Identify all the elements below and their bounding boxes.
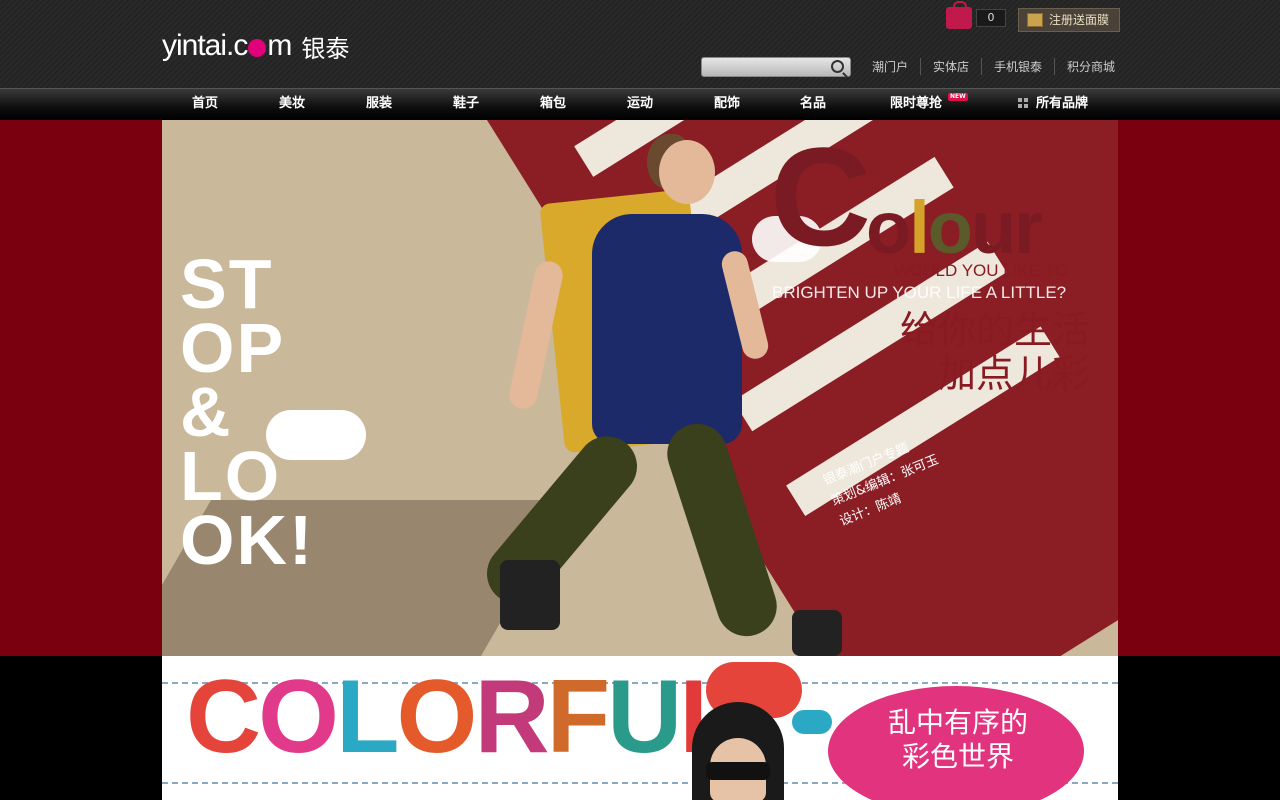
logo-text-prefix: yintai.c xyxy=(162,29,248,62)
model-dress xyxy=(592,214,742,444)
colorful-letter: U xyxy=(607,659,682,775)
nav-all-brands[interactable]: 所有品牌 xyxy=(1017,89,1089,119)
grid-icon xyxy=(1017,98,1028,108)
logo-cn-text: 银泰 xyxy=(301,34,350,63)
colour-letter: o xyxy=(866,186,911,269)
link-mobile[interactable]: 手机银泰 xyxy=(981,57,1054,75)
side-fill-right xyxy=(1118,656,1280,800)
link-stores[interactable]: 实体店 xyxy=(920,57,981,75)
pink-bubble-text: 乱中有序的 彩色世界 xyxy=(848,706,1068,774)
sunglasses xyxy=(706,762,770,780)
model-portrait xyxy=(692,702,784,800)
nav-flash-sale-label: 限时尊抢 xyxy=(889,96,943,111)
colorful-letter: O xyxy=(258,659,339,775)
hero-tagline-2: BRIGHTEN UP YOUR LIFE A LITTLE? xyxy=(772,283,1067,302)
hero-tagline-1: WOULD YOU LIKE TO xyxy=(894,261,1068,280)
hero-slogan-line: 给你的生活 xyxy=(899,308,1090,352)
colour-letter: ur xyxy=(970,186,1043,269)
top-links: 潮门户 实体店 手机银泰 积分商城 xyxy=(860,57,1127,75)
nav-beauty[interactable]: 美妆 xyxy=(279,89,305,119)
colorful-letter: O xyxy=(396,659,478,775)
model-shoe xyxy=(792,610,842,656)
colorful-banner[interactable]: COLORFUL 乱中有序的 彩色世界 xyxy=(162,656,1118,800)
hero-slogan-line: 加点儿彩 xyxy=(937,352,1090,396)
model-head xyxy=(659,140,715,204)
cart-count: 0 xyxy=(976,9,1006,27)
stop-look-line: OP xyxy=(180,309,286,387)
colour-c-letter: C xyxy=(770,120,872,275)
nav-home[interactable]: 首页 xyxy=(192,89,218,119)
search-box[interactable] xyxy=(701,57,851,79)
shopping-bag-icon xyxy=(946,1,972,29)
cart-button[interactable]: 0 xyxy=(946,1,1006,30)
colorful-letter: R xyxy=(474,659,549,775)
colorful-headline: COLORFUL xyxy=(186,659,743,775)
nav-sports[interactable]: 运动 xyxy=(627,89,653,119)
nav-all-brands-label: 所有品牌 xyxy=(1035,96,1089,111)
model-shoe xyxy=(500,560,560,630)
colorful-letter: F xyxy=(546,659,611,775)
bubble-line: 彩色世界 xyxy=(901,740,1014,773)
nav-bags[interactable]: 箱包 xyxy=(540,89,566,119)
colour-letter: o xyxy=(927,186,973,269)
main-nav: 首页 美妆 服装 鞋子 箱包 运动 配饰 名品 限时尊抢 NEW 所有品牌 xyxy=(0,88,1280,121)
hero-slogan-cn: 给你的生活 加点儿彩 xyxy=(870,308,1090,396)
top-header: yintai.c m 银泰 0 注册送面膜 潮门户 实体店 手机银泰 积分商城 xyxy=(0,0,1280,88)
nav-luxury[interactable]: 名品 xyxy=(800,89,826,119)
stop-look-line: OK! xyxy=(180,501,315,579)
site-logo[interactable]: yintai.c m 银泰 xyxy=(162,28,349,64)
logo-dot xyxy=(248,39,267,57)
colour-letter: l xyxy=(909,186,930,269)
link-points-mall[interactable]: 积分商城 xyxy=(1054,57,1127,75)
colour-rest: olour xyxy=(866,186,1043,269)
speech-cloud xyxy=(266,410,366,460)
teal-speech-cloud xyxy=(792,710,832,734)
colour-headline: C olour xyxy=(770,127,1100,269)
logo-text-suffix: m xyxy=(267,29,292,62)
nav-flash-sale[interactable]: 限时尊抢 xyxy=(890,89,942,119)
pink-bubble: 乱中有序的 彩色世界 xyxy=(828,686,1084,800)
side-fill-left xyxy=(0,656,162,800)
register-label: 注册送面膜 xyxy=(1049,13,1110,27)
search-input[interactable] xyxy=(706,61,830,79)
search-icon[interactable] xyxy=(831,60,844,73)
bubble-line: 乱中有序的 xyxy=(887,706,1028,739)
register-button[interactable]: 注册送面膜 xyxy=(1018,8,1120,32)
new-badge: NEW xyxy=(948,93,968,101)
colorful-letter: L xyxy=(336,659,400,775)
nav-shoes[interactable]: 鞋子 xyxy=(453,89,479,119)
gift-icon xyxy=(1027,13,1043,27)
stop-look-line: ST xyxy=(180,245,274,323)
hero-banner[interactable]: ST OP & LO OK! C olour WOULD YOU LIKE TO… xyxy=(162,120,1118,656)
colorful-letter: C xyxy=(186,659,261,775)
link-chaomenhu[interactable]: 潮门户 xyxy=(860,58,920,75)
nav-accessories[interactable]: 配饰 xyxy=(714,89,740,119)
nav-clothing[interactable]: 服装 xyxy=(366,89,392,119)
